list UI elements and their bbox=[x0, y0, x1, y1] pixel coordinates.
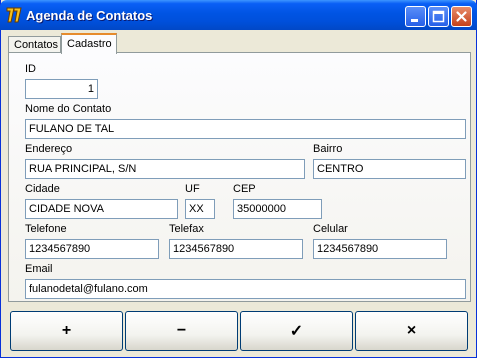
app-window: Agenda de Contatos Contatos Cadastro ID bbox=[0, 0, 477, 358]
close-icon bbox=[456, 11, 467, 22]
cancel-button[interactable]: × bbox=[355, 311, 468, 351]
uf-field[interactable]: XX bbox=[185, 199, 215, 219]
telefax-label: Telefax bbox=[169, 223, 204, 235]
confirm-button[interactable]: ✓ bbox=[240, 311, 353, 351]
maximize-icon bbox=[432, 10, 445, 23]
maximize-button[interactable] bbox=[428, 6, 449, 27]
endereco-field[interactable]: RUA PRINCIPAL, S/N bbox=[25, 159, 305, 179]
endereco-label: Endereço bbox=[25, 143, 73, 155]
id-label: ID bbox=[25, 63, 36, 75]
cidade-field[interactable]: CIDADE NOVA bbox=[25, 199, 178, 219]
remove-label: − bbox=[176, 322, 187, 339]
tab-contatos-label: Contatos bbox=[14, 39, 59, 51]
telefone-label: Telefone bbox=[25, 223, 67, 235]
email-field[interactable]: fulanodetal@fulano.com bbox=[25, 279, 466, 299]
tab-contatos[interactable]: Contatos bbox=[8, 36, 61, 53]
confirm-label: ✓ bbox=[289, 323, 304, 340]
minimize-icon bbox=[411, 19, 418, 22]
uf-label: UF bbox=[185, 183, 200, 195]
bairro-field[interactable]: CENTRO bbox=[313, 159, 466, 179]
nome-field[interactable]: FULANO DE TAL bbox=[25, 119, 466, 139]
close-button[interactable] bbox=[451, 6, 472, 27]
add-label: + bbox=[61, 322, 72, 339]
bairro-label: Bairro bbox=[313, 143, 343, 155]
title-bar[interactable]: Agenda de Contatos bbox=[0, 0, 477, 30]
tab-cadastro-label: Cadastro bbox=[67, 38, 112, 50]
telefone-field[interactable]: 1234567890 bbox=[25, 239, 159, 259]
delphi-app-icon bbox=[6, 7, 22, 23]
nome-label: Nome do Contato bbox=[25, 103, 112, 115]
celular-label: Celular bbox=[313, 223, 348, 235]
cidade-label: Cidade bbox=[25, 183, 60, 195]
window-title: Agenda de Contatos bbox=[26, 8, 153, 23]
cancel-label: × bbox=[406, 322, 417, 339]
cep-field[interactable]: 35000000 bbox=[233, 199, 322, 219]
telefax-field[interactable]: 1234567890 bbox=[169, 239, 303, 259]
minimize-button[interactable] bbox=[405, 6, 426, 27]
tab-cadastro[interactable]: Cadastro bbox=[61, 33, 117, 54]
add-button[interactable]: + bbox=[10, 311, 123, 351]
email-label: Email bbox=[25, 263, 53, 275]
id-field[interactable]: 1 bbox=[25, 79, 98, 99]
remove-button[interactable]: − bbox=[125, 311, 238, 351]
celular-field[interactable]: 1234567890 bbox=[313, 239, 447, 259]
cep-label: CEP bbox=[233, 183, 256, 195]
